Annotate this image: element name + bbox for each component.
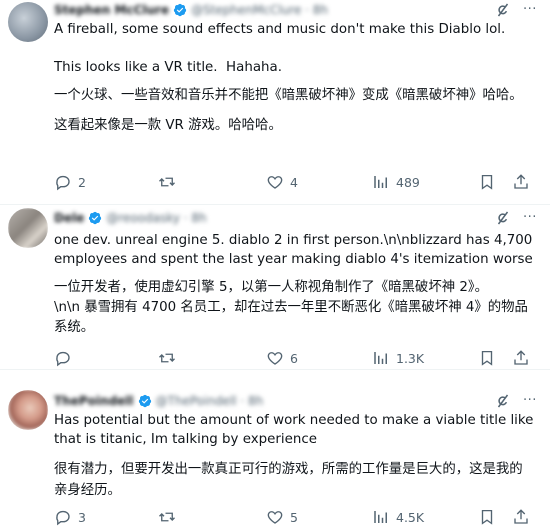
like-count: 5: [290, 509, 298, 525]
tweet-1[interactable]: Stephen McClure @StephenMcClure · 8h ···…: [0, 0, 550, 205]
tweet-2[interactable]: Dele @reoodasky · 8h ··· one dev. unreal…: [0, 205, 550, 370]
reply-button[interactable]: 3: [54, 507, 86, 527]
reply-count: 3: [78, 509, 86, 525]
verified-badge-icon: [138, 394, 151, 408]
views-button[interactable]: 4.5K: [372, 507, 424, 527]
more-icon[interactable]: ···: [520, 1, 540, 19]
views-icon: [374, 352, 387, 364]
views-count: 489: [396, 174, 420, 190]
bookmark-icon: [481, 350, 493, 366]
reply-count: 2: [78, 174, 86, 190]
tweet-text-translation: 很有潜力，但要开发出一款真正可行的游戏，所需的工作量是巨大的，这是我的亲身经历。: [54, 462, 523, 498]
views-button[interactable]: 1.3K: [372, 348, 424, 368]
repost-button[interactable]: [158, 172, 182, 192]
reply-icon: [56, 175, 70, 191]
tweet-text-en: This looks like a VR title. Hahaha.: [54, 60, 282, 75]
views-count: 1.3K: [396, 350, 425, 366]
tweet-text-en: Has potential but the amount of work nee…: [54, 413, 538, 447]
tweet-text-translation: 一个火球、一些音效和音乐并不能把《暗黑破坏神》变成《暗黑破坏神》哈哈。: [54, 88, 523, 103]
tweet-text-translation: 一位开发者，使用虚幻引擎 5，以第一人称视角制作了《暗黑破坏神 2》。 \n\n…: [54, 280, 528, 335]
share-icon: [514, 174, 528, 189]
tweet-text-translation: 这看起来像是一款 VR 游戏。哈哈哈。: [54, 118, 282, 133]
share-button[interactable]: [512, 172, 530, 192]
reply-icon: [56, 510, 70, 526]
verified-badge-icon: [89, 211, 102, 225]
repost-icon: [159, 353, 175, 363]
repost-icon: [159, 177, 175, 187]
avatar[interactable]: [8, 390, 48, 430]
grok-icon[interactable]: [494, 392, 512, 410]
bookmark-button[interactable]: [478, 172, 496, 192]
author-handle[interactable]: @StephenMcClure · 8h: [191, 3, 328, 17]
like-button[interactable]: 4: [266, 172, 298, 192]
author-handle[interactable]: @ThePoindell · 8h: [156, 394, 264, 408]
more-icon[interactable]: ···: [520, 392, 540, 410]
bookmark-button[interactable]: [478, 507, 496, 527]
share-icon: [514, 509, 528, 524]
avatar[interactable]: [8, 2, 48, 42]
views-button[interactable]: 489: [372, 172, 420, 192]
repost-icon: [159, 512, 175, 522]
share-button[interactable]: [512, 507, 530, 527]
share-button[interactable]: [512, 348, 530, 368]
author-name[interactable]: Dele: [54, 211, 84, 225]
reply-icon: [56, 351, 70, 367]
grok-icon[interactable]: [494, 1, 512, 19]
author-name[interactable]: ThePoindell: [54, 394, 134, 408]
views-icon: [374, 511, 387, 523]
repost-button[interactable]: [158, 507, 182, 527]
like-count: 4: [290, 174, 298, 190]
tweet-3[interactable]: ThePoindell @ThePoindell · 8h ··· Has po…: [0, 375, 550, 532]
like-icon: [267, 176, 283, 189]
tweet-text-en: one dev. unreal engine 5. diablo 2 in fi…: [54, 233, 537, 267]
bookmark-button[interactable]: [478, 348, 496, 368]
avatar[interactable]: [8, 208, 48, 248]
repost-button[interactable]: [158, 348, 182, 368]
grok-icon[interactable]: [494, 209, 512, 227]
views-icon: [374, 176, 387, 188]
bookmark-icon: [481, 174, 493, 190]
like-button[interactable]: 5: [266, 507, 298, 527]
verified-badge-icon: [173, 3, 187, 17]
tweet-text-en: A fireball, some sound effects and music…: [54, 22, 506, 37]
more-icon[interactable]: ···: [520, 209, 540, 227]
bookmark-icon: [481, 509, 493, 525]
reply-button[interactable]: 2: [54, 172, 86, 192]
like-icon: [267, 511, 283, 524]
author-handle[interactable]: @reoodasky · 8h: [106, 211, 206, 225]
author-name[interactable]: Stephen McClure: [54, 3, 169, 17]
reply-button[interactable]: [54, 348, 78, 368]
views-count: 4.5K: [396, 509, 425, 525]
like-count: 6: [290, 350, 298, 366]
share-icon: [514, 350, 528, 365]
like-icon: [267, 352, 283, 365]
like-button[interactable]: 6: [266, 348, 298, 368]
